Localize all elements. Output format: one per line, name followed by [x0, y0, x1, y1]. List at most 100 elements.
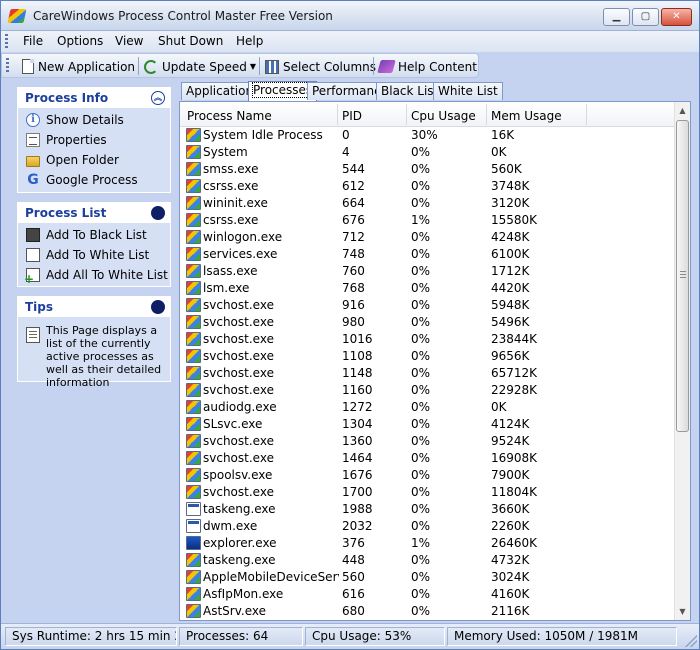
table-row[interactable]: spoolsv.exe 1676 0% 7900K: [180, 467, 676, 484]
tips-header[interactable]: Tips: [18, 297, 170, 317]
menu-options[interactable]: Options: [57, 34, 103, 48]
table-row[interactable]: csrss.exe 612 0% 3748K: [180, 178, 676, 195]
mem-usage-cell: 3120K: [491, 196, 530, 210]
table-row[interactable]: svchost.exe 1360 0% 9524K: [180, 433, 676, 450]
open-folder-link[interactable]: Open Folder: [26, 153, 119, 167]
process-name-cell: System: [203, 145, 248, 159]
tab-white-list[interactable]: White List: [433, 82, 503, 100]
add-to-black-list-link[interactable]: Add To Black List: [26, 228, 147, 242]
table-row[interactable]: taskeng.exe 448 0% 4732K: [180, 552, 676, 569]
process-name-cell: svchost.exe: [203, 332, 274, 346]
column-divider[interactable]: [406, 104, 407, 125]
toolbar-grip-icon[interactable]: [6, 58, 9, 73]
scroll-down-icon[interactable]: ▼: [675, 603, 690, 620]
new-application-button[interactable]: New Application: [22, 57, 135, 76]
table-row[interactable]: audiodg.exe 1272 0% 0K: [180, 399, 676, 416]
table-row[interactable]: services.exe 748 0% 6100K: [180, 246, 676, 263]
table-row[interactable]: System Idle Process 0 30% 16K: [180, 127, 676, 144]
table-row[interactable]: lsm.exe 768 0% 4420K: [180, 280, 676, 297]
add-all-to-white-list-link[interactable]: Add All To White List: [24, 268, 168, 286]
column-mem-usage[interactable]: Mem Usage: [491, 109, 562, 123]
menu-help[interactable]: Help: [236, 34, 263, 48]
process-info-header[interactable]: Process Info ︽: [18, 88, 170, 108]
process-table[interactable]: Process Name PID Cpu Usage Mem Usage Sys…: [179, 101, 691, 621]
minimize-button[interactable]: ▁: [603, 8, 630, 26]
column-divider[interactable]: [486, 104, 487, 125]
table-row[interactable]: dwm.exe 2032 0% 2260K: [180, 518, 676, 535]
vertical-scrollbar[interactable]: ▲ ▼: [674, 102, 690, 620]
table-row[interactable]: winlogon.exe 712 0% 4248K: [180, 229, 676, 246]
scroll-up-icon[interactable]: ▲: [675, 102, 690, 119]
process-name-cell: lsass.exe: [203, 264, 258, 278]
table-row[interactable]: System 4 0% 0K: [180, 144, 676, 161]
pid-cell: 1988: [342, 502, 373, 516]
table-row[interactable]: SLsvc.exe 1304 0% 4124K: [180, 416, 676, 433]
table-row[interactable]: svchost.exe 980 0% 5496K: [180, 314, 676, 331]
menu-view[interactable]: View: [115, 34, 143, 48]
expand-icon[interactable]: [151, 300, 165, 314]
maximize-button[interactable]: ▢: [632, 8, 659, 26]
expand-icon[interactable]: [151, 206, 165, 220]
cpu-usage-cell: 0%: [411, 281, 431, 295]
table-row[interactable]: svchost.exe 1016 0% 23844K: [180, 331, 676, 348]
pid-cell: 760: [342, 264, 365, 278]
table-row[interactable]: svchost.exe 1464 0% 16908K: [180, 450, 676, 467]
properties-link[interactable]: Properties: [26, 133, 107, 147]
table-row[interactable]: csrss.exe 676 1% 15580K: [180, 212, 676, 229]
table-row[interactable]: svchost.exe 916 0% 5948K: [180, 297, 676, 314]
mem-usage-cell: 16908K: [491, 451, 538, 465]
column-divider[interactable]: [337, 104, 338, 125]
column-divider[interactable]: [586, 104, 587, 125]
mem-usage-cell: 7900K: [491, 468, 530, 482]
cpu-usage-cell: 1%: [411, 213, 431, 227]
table-row[interactable]: svchost.exe 1148 0% 65712K: [180, 365, 676, 382]
column-pid[interactable]: PID: [342, 109, 362, 123]
scroll-thumb[interactable]: [676, 120, 689, 432]
show-details-link[interactable]: i Show Details: [26, 113, 124, 127]
process-name-cell: svchost.exe: [203, 383, 274, 397]
column-process-name[interactable]: Process Name: [187, 109, 272, 123]
table-row[interactable]: lsass.exe 760 0% 1712K: [180, 263, 676, 280]
table-body: System Idle Process 0 30% 16K System 4 0% 0K sms…: [180, 127, 676, 620]
table-row[interactable]: svchost.exe 1160 0% 22928K: [180, 382, 676, 399]
column-cpu-usage[interactable]: Cpu Usage: [411, 109, 476, 123]
tab-processes-label: Processes: [251, 82, 314, 98]
close-button[interactable]: ✕: [661, 8, 692, 26]
add-to-white-list-link[interactable]: Add To White List: [26, 248, 149, 262]
collapse-up-icon[interactable]: ︽: [151, 91, 165, 105]
mem-usage-cell: 4248K: [491, 230, 530, 244]
process-name-cell: smss.exe: [203, 162, 259, 176]
help-content-button[interactable]: Help Content: [377, 57, 477, 76]
table-row[interactable]: explorer.exe 376 1% 26460K: [180, 535, 676, 552]
update-speed-button[interactable]: Update Speed ▼: [144, 57, 256, 76]
table-row[interactable]: AsfIpMon.exe 616 0% 4160K: [180, 586, 676, 603]
google-process-link[interactable]: G Google Process: [26, 172, 137, 188]
select-columns-button[interactable]: Select Columns: [265, 57, 376, 76]
process-list-header[interactable]: Process List: [18, 203, 170, 223]
process-name-cell: wininit.exe: [203, 196, 268, 210]
table-row[interactable]: svchost.exe 1700 0% 11804K: [180, 484, 676, 501]
table-row[interactable]: wininit.exe 664 0% 3120K: [180, 195, 676, 212]
pid-cell: 1016: [342, 332, 373, 346]
table-row[interactable]: taskeng.exe 1988 0% 3660K: [180, 501, 676, 518]
title-bar[interactable]: CareWindows Process Control Master Free …: [1, 1, 699, 31]
google-icon: G: [27, 172, 39, 188]
add-all-icon: [24, 268, 40, 286]
process-name-cell: svchost.exe: [203, 451, 274, 465]
table-row[interactable]: svchost.exe 1108 0% 9656K: [180, 348, 676, 365]
cpu-usage-cell: 0%: [411, 400, 431, 414]
add-all-to-white-list-label: Add All To White List: [46, 268, 168, 282]
mem-usage-cell: 4420K: [491, 281, 530, 295]
pid-cell: 1108: [342, 349, 373, 363]
menu-file[interactable]: File: [23, 34, 43, 48]
table-row[interactable]: AstSrv.exe 680 0% 2116K: [180, 603, 676, 620]
table-row[interactable]: smss.exe 544 0% 560K: [180, 161, 676, 178]
windows-logo-icon: [186, 570, 201, 584]
main-window: CareWindows Process Control Master Free …: [0, 0, 700, 650]
table-row[interactable]: AppleMobileDeviceServic...560 0% 3024K: [180, 569, 676, 586]
menu-shut-down[interactable]: Shut Down: [158, 34, 223, 48]
resize-grip-icon[interactable]: [685, 635, 697, 647]
app-logo-icon: [7, 9, 27, 23]
menubar-grip-icon[interactable]: [5, 34, 8, 49]
cpu-usage-cell: 0%: [411, 332, 431, 346]
